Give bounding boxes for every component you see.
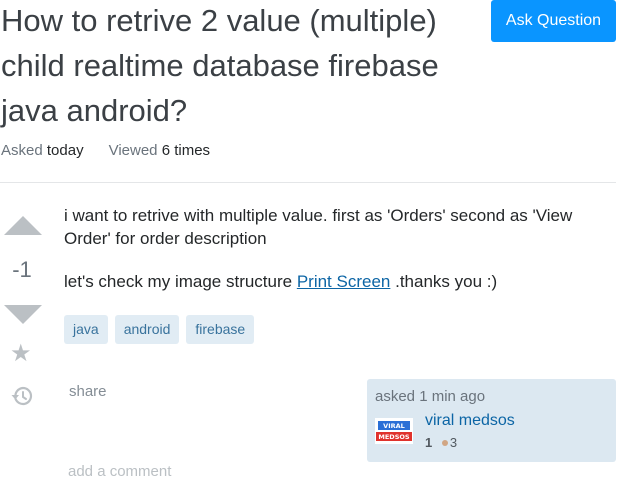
history-icon[interactable] xyxy=(10,384,34,408)
print-screen-link[interactable]: Print Screen xyxy=(297,272,391,291)
body-text: .thanks you :) xyxy=(390,272,498,291)
ask-question-button[interactable]: Ask Question xyxy=(491,0,616,42)
asked-time: asked 1 min ago xyxy=(375,388,486,405)
tag-list: java android firebase xyxy=(64,315,255,344)
user-reputation: 1 3 xyxy=(425,435,457,450)
body-paragraph: let's check my image structure Print Scr… xyxy=(64,270,604,293)
bronze-badge-icon xyxy=(441,440,448,446)
add-comment-link[interactable]: add a comment xyxy=(68,463,171,480)
header-divider xyxy=(0,182,616,183)
star-icon[interactable]: ★ xyxy=(10,342,32,366)
owner-card: asked 1 min ago VIRAL MEDSOS viral medso… xyxy=(367,379,616,462)
tag-java[interactable]: java xyxy=(64,315,108,344)
viewed-value: 6 times xyxy=(161,142,211,159)
asked-value: today xyxy=(46,142,84,159)
upvote-arrow-icon[interactable] xyxy=(4,216,42,235)
vote-count: -1 xyxy=(12,257,32,282)
tag-firebase[interactable]: firebase xyxy=(186,315,255,344)
asked-label: Asked xyxy=(1,142,43,159)
avatar-text-top: VIRAL xyxy=(383,422,405,430)
body-paragraph: i want to retrive with multiple value. f… xyxy=(64,206,573,248)
user-avatar[interactable]: VIRAL MEDSOS xyxy=(375,418,413,444)
downvote-arrow-icon[interactable] xyxy=(4,305,42,324)
body-text: let's check my image structure xyxy=(64,272,297,291)
question-title[interactable]: How to retrive 2 value (multiple) child … xyxy=(1,0,481,133)
reputation-score: 1 xyxy=(425,435,433,450)
share-link[interactable]: share xyxy=(69,383,107,400)
user-name[interactable]: viral medsos xyxy=(425,412,515,430)
viewed-label: Viewed xyxy=(108,142,158,159)
avatar-text-bottom: MEDSOS xyxy=(378,433,410,441)
tag-android[interactable]: android xyxy=(114,315,180,344)
bronze-badge-count: 3 xyxy=(449,435,458,450)
question-body: i want to retrive with multiple value. f… xyxy=(64,204,604,313)
question-meta: Asked today Viewed 6 times xyxy=(1,142,210,159)
